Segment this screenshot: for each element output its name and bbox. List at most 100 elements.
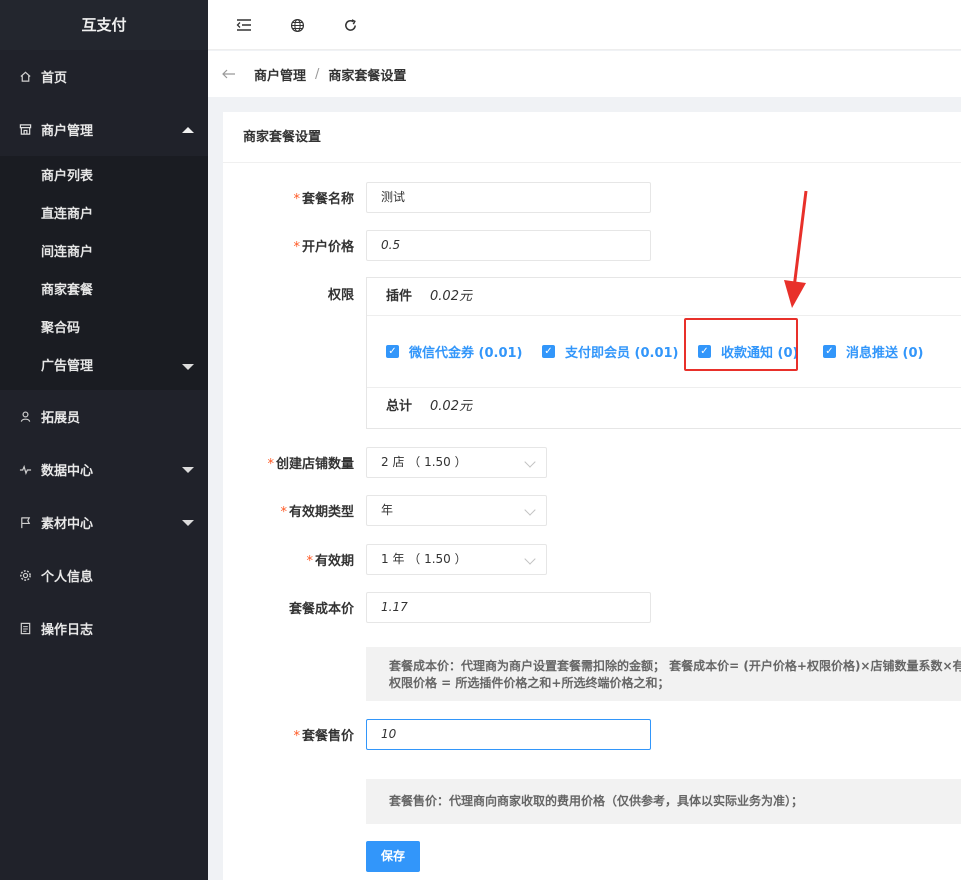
chevron-down-icon bbox=[524, 504, 536, 516]
checkbox-message-push[interactable]: ✓ 消息推送 (0) bbox=[823, 342, 923, 361]
permissions-label: 权限 bbox=[327, 288, 354, 303]
cost-price-label: 套餐成本价 bbox=[288, 602, 354, 617]
annotation-highlight-box bbox=[684, 318, 798, 371]
package-name-input[interactable]: 测试 bbox=[366, 182, 651, 213]
label-text: 创建店铺数量 bbox=[275, 457, 354, 472]
permissions-total: 总计 0.02元 bbox=[367, 388, 961, 428]
sidebar-item-label: 数据中心 bbox=[41, 464, 94, 479]
sidebar-item-material-center[interactable]: 素材中心 bbox=[0, 496, 208, 549]
sidebar-subitem-merchant-list[interactable]: 商户列表 bbox=[0, 158, 208, 196]
sale-price-tip: 套餐售价：代理商向商家收取的费用价格（仅供参考，具体以实际业务为准）； bbox=[366, 779, 961, 824]
select-value: 2 店 （ 1.50 ） bbox=[381, 455, 467, 469]
validity-type-label: * 有效期类型 bbox=[223, 501, 354, 520]
label-text: 有效期 bbox=[314, 554, 354, 569]
select-value: 1 年 （ 1.50 ） bbox=[381, 552, 467, 566]
sidebar-item-label: 拓展员 bbox=[41, 411, 81, 426]
checkbox-pay-membership[interactable]: ✓ 支付即会员 (0.01) bbox=[542, 342, 678, 361]
sidebar-subitem-indirect-merchant[interactable]: 间连商户 bbox=[0, 234, 208, 272]
chevron-down-icon bbox=[524, 553, 536, 565]
sidebar-subitem-aggregate-code[interactable]: 聚合码 bbox=[0, 310, 208, 348]
breadcrumb-current: 商家套餐设置 bbox=[328, 68, 407, 84]
sidebar-subitem-direct-merchant[interactable]: 直连商户 bbox=[0, 196, 208, 234]
required-mark: * bbox=[293, 240, 300, 255]
validity-select[interactable]: 1 年 （ 1.50 ） bbox=[366, 544, 547, 575]
label-text: 有效期类型 bbox=[288, 505, 354, 520]
required-mark: * bbox=[293, 192, 300, 207]
card-title: 商家套餐设置 bbox=[223, 112, 961, 163]
log-icon bbox=[18, 622, 32, 636]
user-icon bbox=[18, 410, 32, 424]
menu-collapse-icon[interactable] bbox=[234, 15, 254, 35]
sidebar: 互支付 首页 商户管理 商户列表 直连商户 间连商户 商家套餐 聚合码 广告管理… bbox=[0, 0, 208, 880]
annotation-arrow bbox=[784, 190, 808, 308]
validity-label: * 有效期 bbox=[223, 550, 354, 569]
store-count-label: * 创建店铺数量 bbox=[223, 453, 354, 472]
flag-icon bbox=[18, 516, 32, 530]
sidebar-item-merchant[interactable]: 商户管理 bbox=[0, 103, 208, 156]
sidebar-item-promoter[interactable]: 拓展员 bbox=[0, 390, 208, 443]
validity-type-select[interactable]: 年 bbox=[366, 495, 547, 526]
sidebar-item-label: 素材中心 bbox=[41, 517, 94, 532]
select-value: 年 bbox=[381, 503, 394, 517]
sidebar-item-operation-log[interactable]: 操作日志 bbox=[0, 602, 208, 655]
checkbox-checked-icon: ✓ bbox=[823, 345, 836, 358]
globe-icon[interactable] bbox=[287, 15, 307, 35]
cost-tip-line1: 套餐成本价：代理商为商户设置套餐需扣除的金额； 套餐成本价= (开户价格+权限价… bbox=[389, 659, 961, 673]
pulse-icon bbox=[18, 463, 32, 477]
package-name-label: * 套餐名称 bbox=[223, 188, 354, 207]
sidebar-item-home[interactable]: 首页 bbox=[0, 50, 208, 103]
checkbox-label: 支付即会员 (0.01) bbox=[565, 346, 679, 361]
sale-price-input[interactable]: 10 bbox=[366, 719, 651, 750]
save-button[interactable]: 保存 bbox=[366, 841, 420, 872]
sidebar-subitem-ad-management[interactable]: 广告管理 bbox=[0, 348, 208, 386]
cost-tip-line2: 权限价格 = 所选插件价格之和+所选终端价格之和； bbox=[389, 676, 670, 690]
back-arrow-icon[interactable] bbox=[222, 65, 238, 83]
chevron-down-icon bbox=[524, 456, 536, 468]
sidebar-item-label: 广告管理 bbox=[41, 359, 94, 374]
open-price-input[interactable]: 0.5 bbox=[366, 230, 651, 261]
sale-price-label: * 套餐售价 bbox=[223, 725, 354, 744]
sidebar-item-label: 商户管理 bbox=[41, 124, 94, 139]
merchant-submenu: 商户列表 直连商户 间连商户 商家套餐 聚合码 广告管理 bbox=[0, 156, 208, 390]
label-text: 开户价格 bbox=[301, 240, 354, 255]
sidebar-item-label: 操作日志 bbox=[41, 623, 94, 638]
required-mark: * bbox=[293, 729, 300, 744]
refresh-icon[interactable] bbox=[340, 15, 360, 35]
total-price: 0.02元 bbox=[430, 399, 472, 414]
top-toolbar bbox=[208, 0, 961, 50]
home-icon bbox=[18, 70, 32, 84]
plugin-price: 0.02元 bbox=[430, 289, 472, 304]
cost-price-input[interactable]: 1.17 bbox=[366, 592, 651, 623]
chevron-up-icon bbox=[182, 126, 194, 133]
cost-price-tip: 套餐成本价：代理商为商户设置套餐需扣除的金额； 套餐成本价= (开户价格+权限价… bbox=[366, 647, 961, 701]
package-settings-card: 商家套餐设置 * 套餐名称 测试 * 开户价格 0.5 权限 插件 0.02元 ✓ 微… bbox=[223, 112, 961, 880]
open-price-label: * 开户价格 bbox=[223, 236, 354, 255]
store-icon bbox=[18, 123, 32, 137]
chevron-down-icon bbox=[182, 466, 194, 473]
breadcrumb-separator: / bbox=[315, 66, 320, 82]
checkbox-wechat-coupon[interactable]: ✓ 微信代金券 (0.01) bbox=[386, 342, 522, 361]
sidebar-item-label: 个人信息 bbox=[41, 570, 94, 585]
required-mark: * bbox=[280, 505, 287, 520]
required-mark: * bbox=[267, 457, 274, 472]
sidebar-item-profile[interactable]: 个人信息 bbox=[0, 549, 208, 602]
app-logo: 互支付 bbox=[0, 0, 208, 50]
chevron-down-icon bbox=[182, 519, 194, 526]
checkbox-label: 微信代金券 (0.01) bbox=[409, 346, 523, 361]
breadcrumb-parent[interactable]: 商户管理 bbox=[254, 65, 306, 84]
store-count-select[interactable]: 2 店 （ 1.50 ） bbox=[366, 447, 547, 478]
total-label: 总计 bbox=[386, 399, 413, 414]
sidebar-subitem-merchant-package[interactable]: 商家套餐 bbox=[0, 272, 208, 310]
label-text: 套餐名称 bbox=[301, 192, 354, 207]
plugin-summary: 插件 0.02元 bbox=[367, 278, 961, 316]
sidebar-item-data-center[interactable]: 数据中心 bbox=[0, 443, 208, 496]
chevron-down-icon bbox=[182, 364, 194, 370]
checkbox-checked-icon: ✓ bbox=[542, 345, 555, 358]
label-text: 套餐售价 bbox=[301, 729, 354, 744]
checkbox-label: 消息推送 (0) bbox=[846, 346, 924, 361]
permissions-panel: 插件 0.02元 ✓ 微信代金券 (0.01) ✓ 支付即会员 (0.01) ✓ … bbox=[366, 277, 961, 429]
sidebar-item-label: 首页 bbox=[41, 71, 68, 86]
plugin-label: 插件 bbox=[386, 289, 413, 304]
checkbox-checked-icon: ✓ bbox=[386, 345, 399, 358]
required-mark: * bbox=[306, 554, 313, 569]
